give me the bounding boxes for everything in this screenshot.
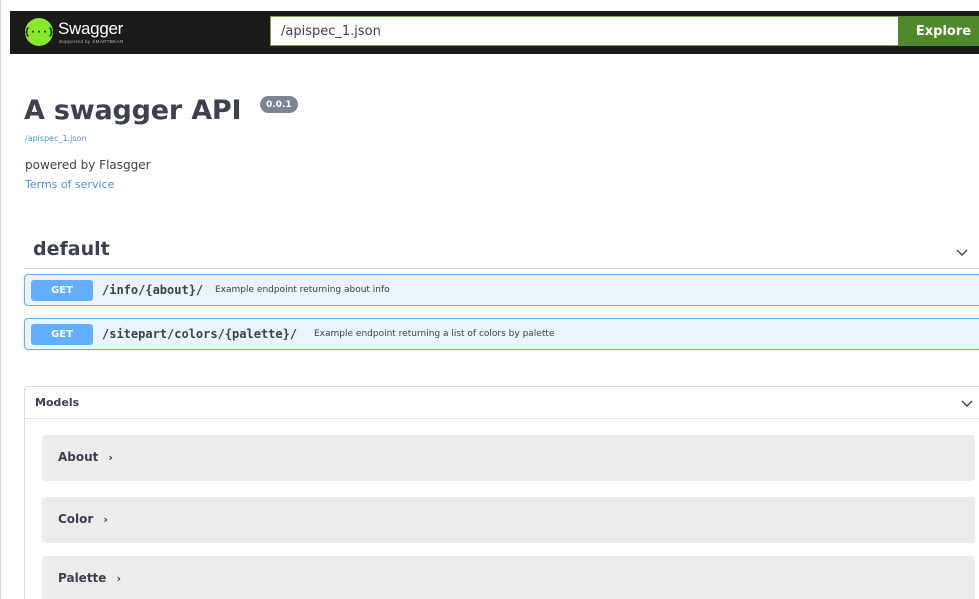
- model-item-color[interactable]: Color ›: [42, 497, 975, 543]
- chevron-down-icon[interactable]: [960, 396, 974, 410]
- chevron-down-icon[interactable]: [955, 245, 969, 259]
- brand-name: Swagger: [58, 19, 123, 38]
- model-name: Palette ›: [58, 571, 121, 585]
- model-label: Color: [58, 512, 94, 526]
- swagger-logo-icon: {···}: [24, 18, 54, 46]
- models-title: Models: [35, 396, 80, 409]
- tag-header-default[interactable]: default: [24, 234, 979, 269]
- model-item-about[interactable]: About ›: [42, 435, 975, 481]
- model-name: About ›: [58, 450, 113, 464]
- api-description: powered by Flasgger: [25, 158, 151, 172]
- method-badge: GET: [31, 324, 93, 345]
- model-name: Color ›: [58, 512, 108, 526]
- operation-summary: Example endpoint returning a list of col…: [314, 329, 555, 339]
- terms-of-service-link[interactable]: Terms of service: [25, 178, 114, 191]
- operation-summary: Example endpoint returning about info: [215, 285, 390, 295]
- chevron-right-icon: ›: [103, 513, 108, 526]
- models-header[interactable]: Models: [25, 387, 979, 419]
- model-item-palette[interactable]: Palette ›: [42, 556, 975, 599]
- topbar: {···} Swagger Supported by SMARTBEAR Exp…: [10, 11, 979, 54]
- chevron-right-icon: ›: [116, 572, 121, 585]
- page: {···} Swagger Supported by SMARTBEAR Exp…: [0, 0, 979, 599]
- method-badge: GET: [31, 280, 93, 301]
- tag-name: default: [33, 238, 110, 260]
- operation-get-sitepart-colors[interactable]: GET /sitepart/colors/{palette}/ Example …: [24, 318, 979, 350]
- chevron-right-icon: ›: [108, 451, 113, 464]
- model-label: Palette: [58, 571, 107, 585]
- spec-link[interactable]: /apispec_1.json: [25, 134, 86, 143]
- version-badge: 0.0.1: [260, 96, 298, 113]
- operation-get-info-about[interactable]: GET /info/{about}/ Example endpoint retu…: [24, 274, 979, 306]
- models-section: Models About › Color › Palette ›: [24, 386, 979, 599]
- api-title: A swagger API: [24, 95, 242, 126]
- model-label: About: [58, 450, 99, 464]
- swagger-brand[interactable]: {···} Swagger Supported by SMARTBEAR: [24, 17, 165, 49]
- operation-path: /sitepart/colors/{palette}/: [102, 327, 298, 341]
- spec-url-input[interactable]: [270, 16, 898, 46]
- explore-button[interactable]: Explore: [898, 16, 979, 46]
- operation-path: /info/{about}/: [102, 283, 204, 297]
- brand-subtitle: Supported by SMARTBEAR: [59, 39, 124, 44]
